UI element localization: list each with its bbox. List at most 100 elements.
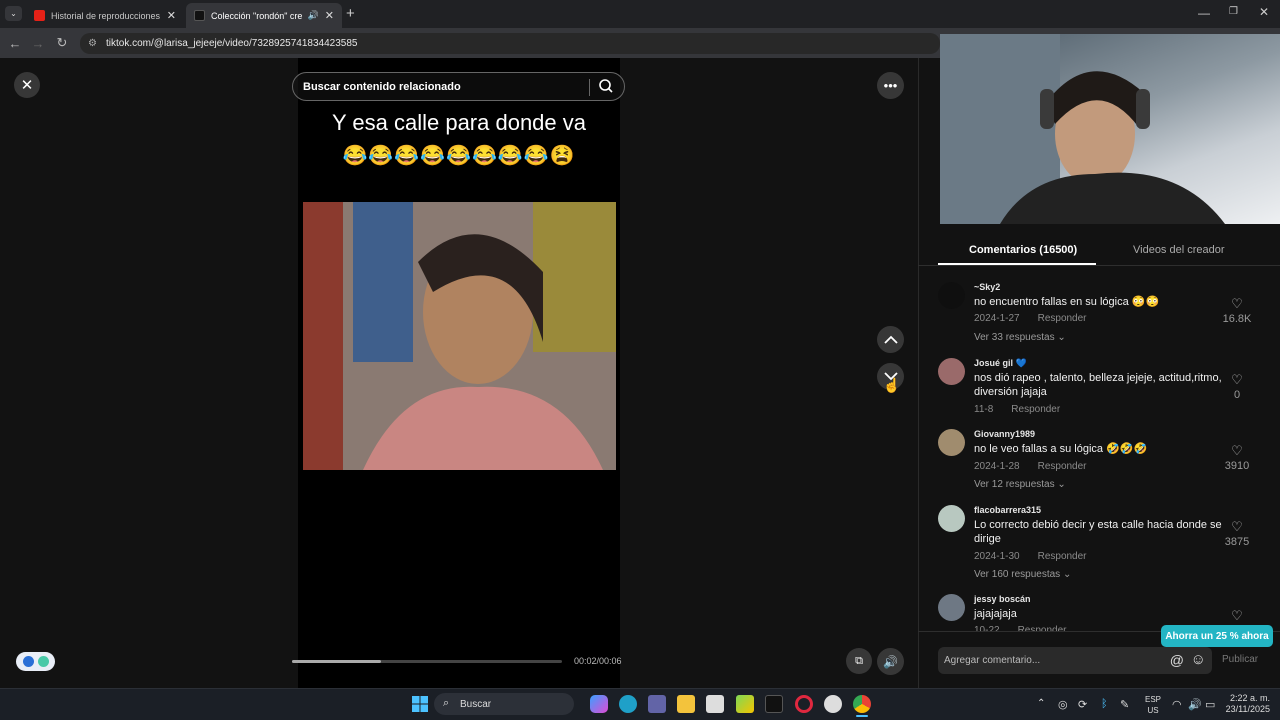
search-divider [589,79,590,96]
caption-emojis: 😂😂😂😂😂😂😂😂😫 [342,145,576,167]
avatar[interactable] [938,282,965,309]
volume-tray-icon[interactable]: 🔊 [1188,698,1202,711]
comment-item: Josué gil 💙 nos dió rapeo , talento, bel… [938,358,1260,420]
comment-text: jajajajaja [974,608,1017,620]
more-options-icon[interactable]: ••• [877,72,904,99]
language-code: ESP [1145,695,1162,704]
battery-icon[interactable]: ▭ [1205,698,1215,711]
avatar[interactable] [938,358,965,385]
url-text: tiktok.com/@larisa_jejeeje/video/7328925… [106,38,358,49]
comment-date: 2024-1-30 [974,551,1020,562]
speaker-icon[interactable]: 🔊 [308,10,319,21]
close-player-button[interactable]: ✕ [14,72,40,98]
pip-icon[interactable]: ⧉ [846,648,872,674]
heart-icon[interactable]: ♡ [1222,608,1252,624]
comment-text: Lo correcto debió decir y esta calle hac… [974,519,1222,545]
minimize-icon[interactable]: — [1198,6,1210,20]
site-info-icon[interactable]: ⚙ [88,38,97,49]
heart-icon[interactable]: ♡ [1222,443,1252,459]
publish-button[interactable]: Publicar [1222,654,1258,665]
pen-icon[interactable]: ✎ [1120,698,1129,711]
progress-fill [292,660,382,663]
avatar[interactable] [938,429,965,456]
tradingview-icon[interactable] [765,695,783,713]
close-tab-icon[interactable]: ✕ [325,9,334,22]
mention-icon[interactable]: @ [1170,652,1184,668]
reply-button[interactable]: Responder [1038,461,1087,472]
teams-icon[interactable] [648,695,666,713]
file-explorer-icon[interactable] [677,695,695,713]
back-icon[interactable]: ← [5,33,25,53]
new-tab-button[interactable]: + [346,5,355,22]
view-replies-button[interactable]: Ver 33 respuestas ⌄ [974,332,1066,343]
sync-icon[interactable]: ⟳ [1078,698,1087,711]
view-replies-button[interactable]: Ver 12 respuestas ⌄ [974,479,1066,490]
comment-meta: 11-8 Responder [974,404,1060,415]
view-replies-button[interactable]: Ver 160 respuestas ⌄ [974,569,1071,580]
heart-icon[interactable]: ♡ [1222,296,1252,312]
comment-meta: 2024-1-28 Responder [974,461,1087,472]
comment-username[interactable]: ~Sky2 [974,282,1000,292]
extension-badge-icon[interactable] [16,652,55,671]
search-icon: ⌕ [443,697,450,709]
reload-icon[interactable]: ↻ [52,33,72,53]
bluestacks-icon[interactable] [736,695,754,713]
reply-button[interactable]: Responder [1038,313,1087,324]
avatar[interactable] [938,594,965,621]
clock[interactable]: 2:22 a. m. 23/11/2025 [1225,693,1270,715]
comment-text: no le veo fallas a su lógica 🤣🤣🤣 [974,443,1148,455]
youtube-favicon-icon [34,10,45,21]
close-window-icon[interactable]: ✕ [1259,5,1269,19]
region-code: US [1147,706,1159,715]
search-icon[interactable] [598,78,614,97]
store-icon[interactable] [706,695,724,713]
comment-username[interactable]: flacobarrera315 [974,505,1041,515]
comment-username[interactable]: Giovanny1989 [974,429,1035,439]
windows-start-icon[interactable] [411,695,429,713]
comment-text: nos dió rapeo , talento, belleza jejeje,… [974,372,1222,398]
comment-date: 2024-1-27 [974,313,1020,324]
copilot-icon[interactable] [590,695,608,713]
add-comment-input[interactable]: Agregar comentario... @ ☺ [938,647,1212,674]
taskbar-search-input[interactable]: ⌕ Buscar [434,693,574,715]
heart-icon[interactable]: ♡ [1222,519,1252,535]
opera-icon[interactable] [795,695,813,713]
like-count: 0 [1233,389,1241,401]
related-search-input[interactable]: Buscar contenido relacionado [292,72,625,101]
language-indicator[interactable]: ESP US [1145,694,1161,716]
tab-label: Colección "rondón" creada [211,10,302,21]
forward-icon[interactable]: → [28,33,48,53]
comment-username[interactable]: Josué gil 💙 [974,358,1027,369]
tab-history[interactable]: Historial de reproducciones - Y ✕ [26,3,184,28]
emoji-icon[interactable]: ☺ [1191,651,1206,668]
comment-username[interactable]: jessy boscán [974,594,1031,604]
tab-list-dropdown-icon[interactable]: ⌄ [5,6,22,21]
promo-button[interactable]: Ahorra un 25 % ahora [1161,625,1273,647]
tab-comments[interactable]: Comentarios (16500) [969,244,1077,256]
windows-taskbar [0,688,1280,720]
restore-icon[interactable]: ❐ [1229,6,1238,17]
volume-icon[interactable]: 🔊 [877,648,904,675]
avatar[interactable] [938,505,965,532]
comment-meta: 2024-1-30 Responder [974,551,1087,562]
video-caption: Y esa calle para donde va [332,110,586,135]
url-field[interactable]: ⚙ tiktok.com/@larisa_jejeeje/video/73289… [80,33,940,54]
heart-icon[interactable]: ♡ [1222,372,1252,388]
tab-creator-videos[interactable]: Videos del creador [1133,244,1225,256]
obs-icon[interactable] [824,695,842,713]
comment-item: ~Sky2 no encuentro fallas en su lógica 😳… [938,282,1260,350]
close-tab-icon[interactable]: ✕ [167,9,176,22]
reply-button[interactable]: Responder [1038,551,1087,562]
chrome-icon[interactable] [853,695,871,713]
comment-item: flacobarrera315 Lo correcto debió decir … [938,505,1260,581]
tray-app-icon[interactable]: ◎ [1058,698,1068,711]
tray-overflow-icon[interactable]: ⌃ [1037,698,1045,709]
reply-button[interactable]: Responder [1011,404,1060,415]
edge-icon[interactable] [619,695,637,713]
tab-collection[interactable]: Colección "rondón" creada 🔊 ✕ [186,3,342,28]
bluetooth-icon[interactable]: ᛒ [1101,698,1108,710]
video-frame-image [303,202,616,470]
wifi-icon[interactable]: ◠ [1172,698,1182,711]
like-count: 3875 [1224,536,1250,548]
previous-video-button[interactable] [877,326,904,353]
